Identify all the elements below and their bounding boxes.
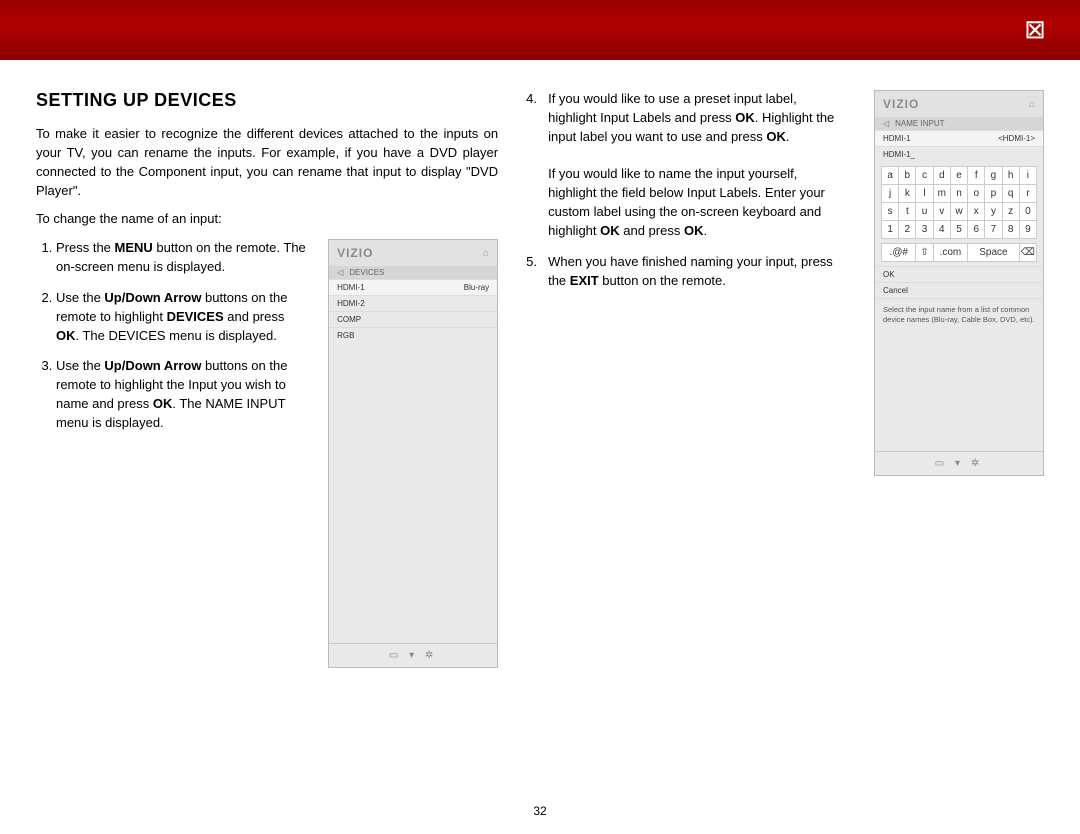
key: 5 — [951, 221, 968, 239]
key: g — [985, 167, 1002, 185]
osd-row: HDMI-1_ — [875, 146, 1043, 162]
osd-row: HDMI-1<HDMI-1> — [875, 130, 1043, 146]
key: m — [934, 185, 951, 203]
key: u — [916, 203, 933, 221]
steps-list-left: Press the MENU button on the remote. The… — [36, 239, 310, 433]
key-dotcom: .com — [934, 244, 968, 262]
onscreen-keyboard-bottom: .@# ⇧ .com Space ⌫ — [881, 243, 1037, 262]
step-1: Press the MENU button on the remote. The… — [56, 239, 310, 277]
key-backspace: ⌫ — [1020, 244, 1037, 262]
key: x — [968, 203, 985, 221]
osd-body — [329, 343, 497, 643]
intro-paragraph: To make it easier to recognize the diffe… — [36, 125, 498, 200]
key: p — [985, 185, 1002, 203]
osd-devices-menu: VIZIO ⌂ ◁ DEVICES HDMI-1Blu-ray HDMI-2 C… — [328, 239, 498, 668]
key: c — [916, 167, 933, 185]
header-bar: ⊠ — [0, 0, 1080, 60]
osd-row: HDMI-1Blu-ray — [329, 279, 497, 295]
key: z — [1003, 203, 1020, 221]
key: k — [899, 185, 916, 203]
key: v — [934, 203, 951, 221]
key: w — [951, 203, 968, 221]
osd-brand: VIZIO — [337, 246, 373, 260]
column-right: VIZIO ⌂ ◁ NAME INPUT HDMI-1<HDMI-1> HDMI… — [874, 90, 1044, 668]
home-icon: ⌂ — [483, 248, 489, 259]
osd-ok: OK — [875, 266, 1043, 282]
key: s — [882, 203, 899, 221]
key: l — [916, 185, 933, 203]
key: b — [899, 167, 916, 185]
key: 6 — [968, 221, 985, 239]
page-title: SETTING UP DEVICES — [36, 90, 498, 111]
key: n — [951, 185, 968, 203]
osd-row: HDMI-2 — [329, 295, 497, 311]
step-5: 5. When you have finished naming your in… — [526, 253, 846, 291]
lead-in: To change the name of an input: — [36, 210, 498, 229]
osd-brand: VIZIO — [883, 97, 919, 111]
key: e — [951, 167, 968, 185]
key: y — [985, 203, 1002, 221]
step-3: Use the Up/Down Arrow buttons on the rem… — [56, 357, 310, 432]
key: 2 — [899, 221, 916, 239]
key: d — [934, 167, 951, 185]
key: 0 — [1020, 203, 1037, 221]
home-icon: ⌂ — [1029, 99, 1035, 110]
osd-footer-icons: ▭ ▾ ✲ — [875, 451, 1043, 475]
key: 4 — [934, 221, 951, 239]
column-left: SETTING UP DEVICES To make it easier to … — [36, 90, 498, 668]
key-shift: ⇧ — [916, 244, 933, 262]
key: 1 — [882, 221, 899, 239]
key: t — [899, 203, 916, 221]
key: q — [1003, 185, 1020, 203]
osd-row: COMP — [329, 311, 497, 327]
key: r — [1020, 185, 1037, 203]
osd-breadcrumb: ◁ NAME INPUT — [875, 117, 1043, 130]
step-4: 4. If you would like to use a preset inp… — [526, 90, 846, 241]
osd-cancel: Cancel — [875, 282, 1043, 298]
key: 7 — [985, 221, 1002, 239]
key: i — [1020, 167, 1037, 185]
osd-footer-icons: ▭ ▾ ✲ — [329, 643, 497, 667]
back-icon: ◁ — [337, 268, 343, 277]
chapter-icon: ⊠ — [1020, 14, 1050, 44]
column-middle: 4. If you would like to use a preset inp… — [526, 90, 846, 668]
key: o — [968, 185, 985, 203]
osd-name-input-menu: VIZIO ⌂ ◁ NAME INPUT HDMI-1<HDMI-1> HDMI… — [874, 90, 1044, 476]
onscreen-keyboard: abcdefghi jklmnopqr stuvwxyz0 123456789 — [881, 166, 1037, 239]
key: 8 — [1003, 221, 1020, 239]
key: f — [968, 167, 985, 185]
steps-list-right: 4. If you would like to use a preset inp… — [526, 90, 846, 290]
key: a — [882, 167, 899, 185]
page-number: 32 — [0, 804, 1080, 818]
key-space: Space — [968, 244, 1020, 262]
back-icon: ◁ — [883, 119, 889, 128]
osd-rows: HDMI-1Blu-ray HDMI-2 COMP RGB — [329, 279, 497, 343]
key: j — [882, 185, 899, 203]
osd-hint: Select the input name from a list of com… — [875, 298, 1043, 331]
key: h — [1003, 167, 1020, 185]
osd-row: RGB — [329, 327, 497, 343]
key: 9 — [1020, 221, 1037, 239]
key-symbols: .@# — [882, 244, 916, 262]
step-2: Use the Up/Down Arrow buttons on the rem… — [56, 289, 310, 346]
osd-body — [875, 331, 1043, 451]
osd-breadcrumb: ◁ DEVICES — [329, 266, 497, 279]
key: 3 — [916, 221, 933, 239]
